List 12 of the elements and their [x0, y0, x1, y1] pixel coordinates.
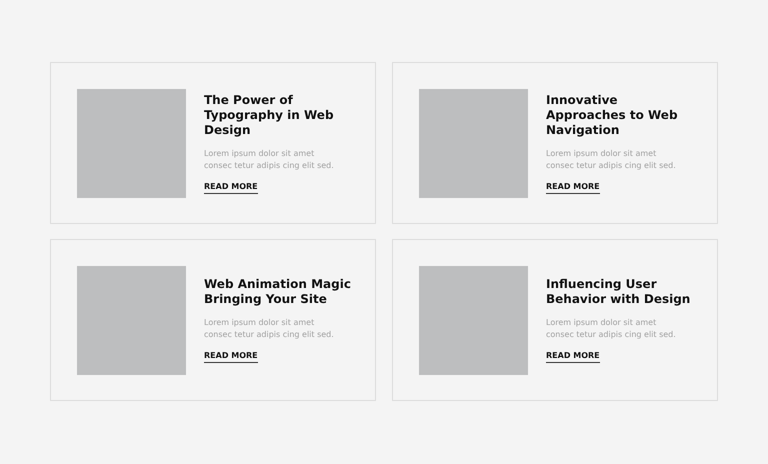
read-more-link[interactable]: READ MORE	[546, 182, 600, 194]
post-excerpt: Lorem ipsum dolor sit amet consec tetur adipis cing elit sed.	[204, 317, 335, 341]
read-more-link[interactable]: READ MORE	[546, 351, 600, 363]
post-title: Influencing User Behavior with Design	[546, 277, 692, 307]
read-more-link[interactable]: READ MORE	[204, 351, 258, 363]
post-title: Innovative Approaches to Web Navigation	[546, 92, 679, 138]
post-title: The Power of Typography in Web Design	[204, 92, 335, 138]
post-excerpt: Lorem ipsum dolor sit amet consec tetur adipis cing elit sed.	[204, 148, 335, 172]
read-more-link[interactable]: READ MORE	[204, 182, 258, 194]
post-title: Web Animation Magic Bringing Your Site	[204, 277, 352, 307]
post-excerpt: Lorem ipsum dolor sit amet consec tetur adipis cing elit sed.	[546, 317, 677, 341]
post-excerpt: Lorem ipsum dolor sit amet consec tetur adipis cing elit sed.	[546, 148, 677, 172]
